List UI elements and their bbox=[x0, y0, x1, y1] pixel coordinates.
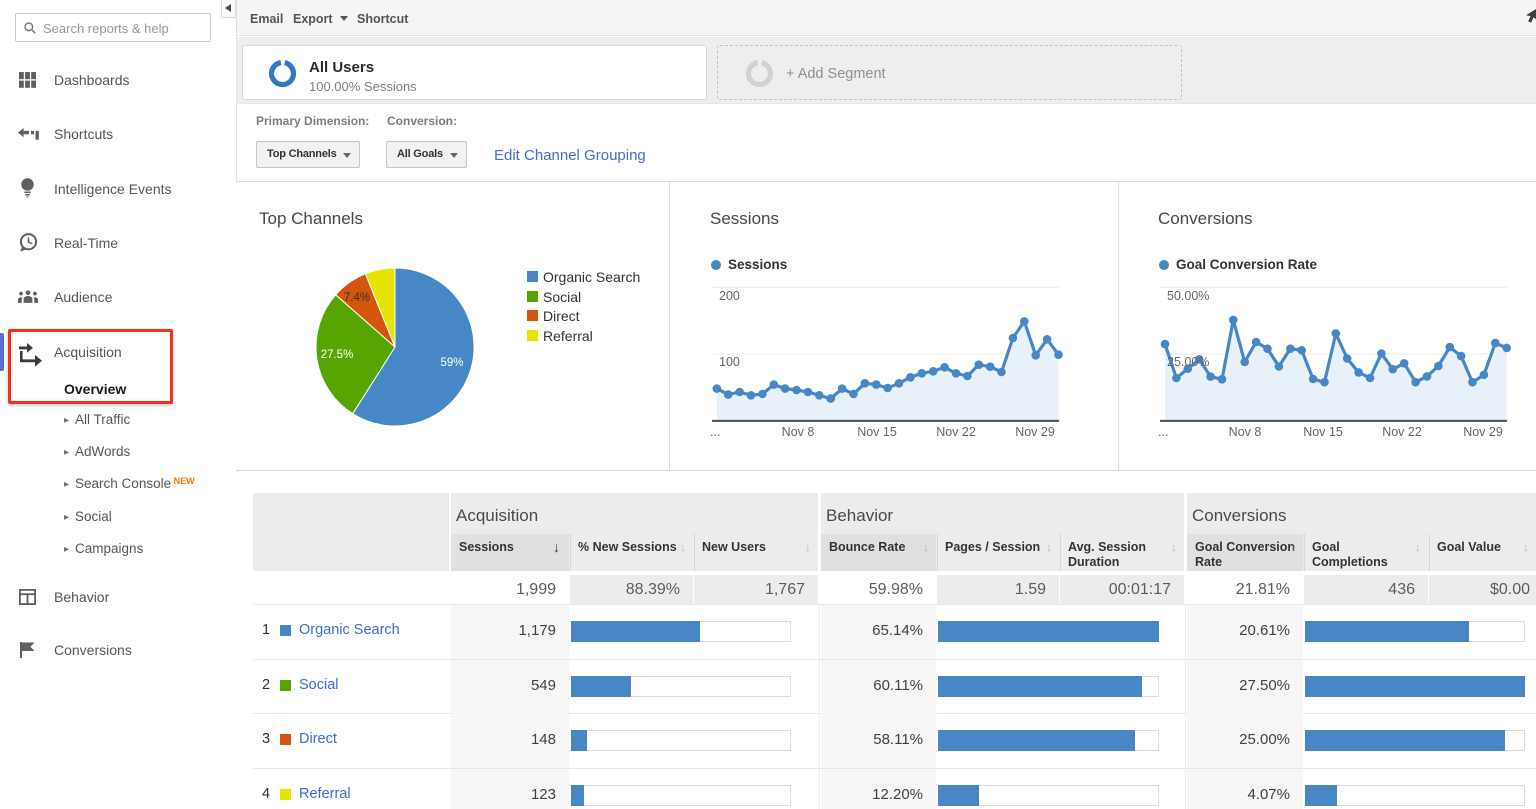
svg-text:7.4%: 7.4% bbox=[344, 292, 370, 304]
svg-text:59%: 59% bbox=[440, 357, 463, 369]
svg-text:27.5%: 27.5% bbox=[321, 349, 354, 361]
